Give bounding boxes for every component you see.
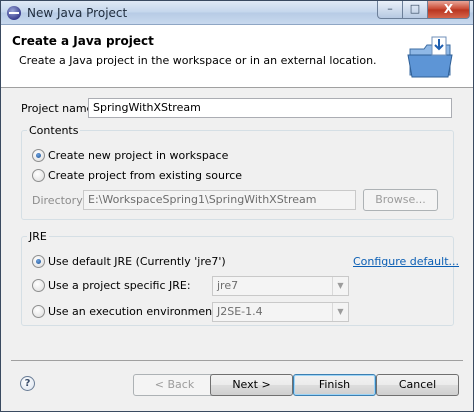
project-name-input[interactable]: SpringWithXStream <box>88 98 452 118</box>
eclipse-icon <box>7 6 21 20</box>
jre-group-title: JRE <box>27 230 49 243</box>
use-default-jre-label[interactable]: Use default JRE (Currently 'jre7') <box>48 255 226 268</box>
wizard-banner: Create a Java project Create a Java proj… <box>1 25 473 88</box>
execution-environment-select[interactable]: J2SE-1.4 ▼ <box>212 302 349 322</box>
project-name-label: Project name: <box>21 102 98 115</box>
create-from-existing-radio[interactable] <box>32 169 45 182</box>
footer-separator <box>11 360 463 361</box>
project-specific-jre-value: jre7 <box>217 279 239 292</box>
close-button[interactable]: X <box>427 1 470 19</box>
contents-group-title: Contents <box>27 124 81 137</box>
project-specific-jre-radio[interactable] <box>32 279 45 292</box>
maximize-button[interactable]: □ <box>402 1 428 19</box>
cancel-button[interactable]: Cancel <box>376 374 459 396</box>
wizard-description: Create a Java project in the workspace o… <box>19 54 377 67</box>
configure-default-link[interactable]: Configure default... <box>353 255 459 268</box>
project-specific-jre-label[interactable]: Use a project specific JRE: <box>48 279 191 292</box>
browse-button[interactable]: Browse... <box>363 189 438 211</box>
back-button[interactable]: < Back <box>133 374 216 396</box>
create-new-project-radio[interactable] <box>32 149 45 162</box>
chevron-down-icon: ▼ <box>332 303 348 321</box>
execution-environment-radio[interactable] <box>32 305 45 318</box>
wizard-heading: Create a Java project <box>12 34 154 48</box>
help-icon[interactable]: ? <box>20 376 35 391</box>
minimize-button[interactable]: – <box>377 1 403 19</box>
window-title: New Java Project <box>27 6 128 20</box>
chevron-down-icon: ▼ <box>332 277 348 295</box>
create-from-existing-label[interactable]: Create project from existing source <box>48 169 242 182</box>
new-java-project-wizard-icon <box>407 36 453 78</box>
next-button[interactable]: Next > <box>210 374 293 396</box>
finish-button[interactable]: Finish <box>293 374 376 396</box>
project-specific-jre-select[interactable]: jre7 ▼ <box>212 276 349 296</box>
new-java-project-window: New Java Project – □ X Create a Java pro… <box>0 0 474 412</box>
directory-label: Directory: <box>32 194 86 207</box>
execution-environment-value: J2SE-1.4 <box>217 305 263 318</box>
directory-input[interactable]: E:\WorkspaceSpring1\SpringWithXStream <box>83 190 356 210</box>
create-new-project-label[interactable]: Create new project in workspace <box>48 149 228 162</box>
title-bar[interactable]: New Java Project – □ X <box>1 1 473 25</box>
use-default-jre-radio[interactable] <box>32 255 45 268</box>
